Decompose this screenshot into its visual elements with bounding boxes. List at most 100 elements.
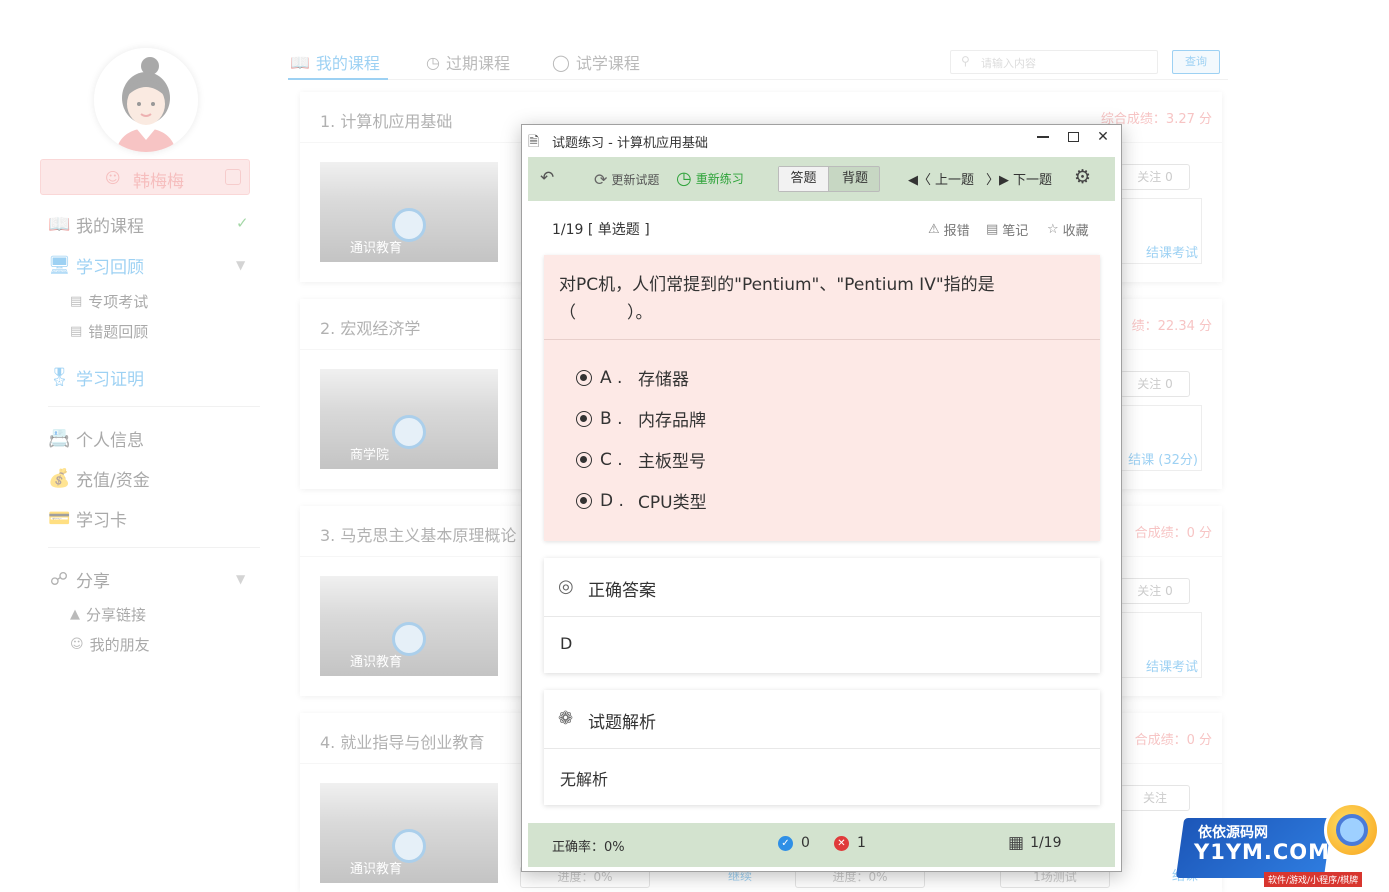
answer-title: 正确答案 — [588, 581, 656, 601]
sidebar-subitem-special-exam[interactable]: ▤ 专项考试 — [70, 291, 148, 312]
chevron-down-icon[interactable]: ▼ — [236, 572, 245, 586]
user-icon: ☺ — [105, 169, 121, 187]
favorite-label: 收藏 — [1062, 224, 1089, 239]
option-c[interactable]: C . 主板型号 — [576, 447, 706, 472]
close-button[interactable]: ✕ — [1087, 125, 1119, 151]
chevron-down-icon[interactable]: ▼ — [236, 258, 245, 272]
follow-button[interactable]: 关注 0 — [1120, 164, 1190, 190]
sidebar-subitem-share-link[interactable]: ▲ 分享链接 — [70, 604, 146, 625]
option-text: 主板型号 — [638, 452, 706, 472]
watermark-line3: 软件/游戏/小程序/棋牌 — [1264, 872, 1363, 887]
report-error-button[interactable]: ⚠ 报错 — [928, 220, 970, 239]
tab-my-courses[interactable]: 📖 我的课程 — [290, 50, 380, 74]
analysis-title: 试题解析 — [588, 713, 656, 733]
course-thumbnail[interactable]: 通识教育 — [320, 783, 498, 883]
radio-icon[interactable] — [576, 369, 592, 386]
mode-memorize-button[interactable]: 背题 — [830, 167, 880, 191]
exam-link[interactable]: 结课 (32分) — [1128, 449, 1198, 468]
sidebar-subitem-label: 我的朋友 — [89, 636, 150, 654]
course-title[interactable]: 4. 就业指导与创业教育 — [320, 729, 484, 753]
document-icon: ▤ — [70, 324, 83, 339]
settings-gear-icon[interactable]: ⚙ — [1074, 166, 1091, 188]
sidebar-subitem-label: 专项考试 — [88, 293, 149, 311]
sidebar-item-label: 学习回顾 — [76, 258, 144, 278]
sidebar-item-my-courses[interactable]: 📖 我的课程 — [48, 212, 144, 237]
page-value: 1/19 — [1030, 835, 1062, 851]
tab-trial-courses[interactable]: ◯ 试学课程 — [552, 50, 640, 74]
sidebar-item-study-card[interactable]: 💳 学习卡 — [48, 506, 127, 531]
sidebar-item-label: 学习证明 — [76, 370, 144, 390]
maximize-button[interactable] — [1057, 125, 1089, 151]
course-title[interactable]: 1. 计算机应用基础 — [320, 108, 452, 132]
search-icon: ⚲ — [961, 54, 970, 68]
option-a[interactable]: A . 存储器 — [576, 365, 689, 390]
radio-icon[interactable] — [576, 410, 592, 427]
history-icon: ◷ — [676, 168, 692, 189]
book-icon: 📖 — [48, 214, 71, 235]
shield-icon: ◯ — [552, 52, 570, 72]
sidebar-item-recharge[interactable]: 💰 充值/资金 — [48, 466, 150, 491]
previous-label: 上一题 — [935, 173, 975, 188]
tab-label: 过期课程 — [445, 54, 510, 73]
sidebar-item-review[interactable]: 🖥 学习回顾 — [48, 253, 144, 278]
exam-link[interactable]: 结课考试 — [1146, 656, 1198, 675]
correct-value: 0 — [801, 835, 810, 851]
search-input[interactable]: ⚲ 请输入内容 — [950, 50, 1158, 74]
minimize-button[interactable] — [1027, 125, 1059, 151]
watermark-line2: Y1YM.COM — [1194, 840, 1331, 864]
search-button[interactable]: 查询 — [1172, 50, 1220, 74]
analysis-panel: ❁ 试题解析 无解析 — [544, 690, 1100, 805]
correct-count: ✓ 0 — [778, 835, 810, 851]
course-tabs: 📖 我的课程 ◷ 过期课程 ◯ 试学课程 ⚲ 请输入内容 查询 — [288, 44, 1228, 80]
previous-icon: ◀〈 — [908, 173, 931, 188]
sidebar-subitem-wrong-review[interactable]: ▤ 错题回顾 — [70, 321, 148, 342]
money-bag-icon: 💰 — [48, 468, 71, 489]
mode-answer-button[interactable]: 答题 — [779, 167, 829, 191]
back-icon[interactable]: ↶ — [540, 168, 554, 188]
course-thumbnail[interactable]: 商学院 — [320, 369, 498, 469]
note-button[interactable]: ▤ 笔记 — [986, 220, 1028, 239]
divider — [48, 406, 260, 407]
course-thumbnail[interactable]: 通识教育 — [320, 162, 498, 262]
avatar[interactable] — [94, 48, 198, 152]
dialog-titlebar[interactable]: 🗎 试题练习 - 计算机应用基础 ✕ — [522, 125, 1121, 155]
restart-practice-button[interactable]: ◷ 重新练习 — [676, 168, 744, 189]
panel-header: ❁ 试题解析 — [544, 690, 1100, 749]
next-question-button[interactable]: 〉▶ 下一题 — [986, 169, 1052, 188]
question-progress[interactable]: ▦ 1/19 — [1008, 833, 1062, 853]
logout-icon[interactable] — [225, 169, 241, 185]
favorite-button[interactable]: ☆ 收藏 — [1047, 220, 1089, 239]
option-d[interactable]: D . CPU类型 — [576, 488, 707, 513]
answer-panel: ◎ 正确答案 D — [544, 558, 1100, 673]
dialog-statusbar: 正确率：0% ✓ 0 ✕ 1 ▦ 1/19 — [528, 823, 1115, 867]
course-thumbnail[interactable]: 通识教育 — [320, 576, 498, 676]
follow-button[interactable]: 关注 0 — [1120, 578, 1190, 604]
option-letter: D . — [600, 490, 624, 511]
restart-label: 重新练习 — [695, 172, 744, 186]
analysis-value: 无解析 — [560, 770, 609, 789]
tab-expired-courses[interactable]: ◷ 过期课程 — [426, 50, 510, 74]
radio-icon[interactable] — [576, 451, 592, 468]
radio-icon[interactable] — [576, 492, 592, 509]
follow-button[interactable]: 关注 0 — [1120, 371, 1190, 397]
course-title[interactable]: 3. 马克思主义基本原理概论 — [320, 522, 516, 546]
share-icon: ☍ — [49, 569, 69, 590]
search-placeholder: 请输入内容 — [981, 57, 1036, 70]
exam-link[interactable]: 结课考试 — [1146, 242, 1198, 261]
sidebar-item-label: 充值/资金 — [76, 471, 150, 491]
answer-sheet-icon: ▦ — [1008, 833, 1025, 853]
option-b[interactable]: B . 内存品牌 — [576, 406, 706, 431]
sidebar-item-share[interactable]: ☍ 分享 — [48, 567, 110, 592]
report-label: 报错 — [943, 224, 970, 239]
refresh-questions-button[interactable]: ⟳ 更新试题 — [594, 170, 659, 189]
x-circle-icon: ✕ — [834, 835, 849, 851]
username-box[interactable]: ☺ 韩梅梅 — [40, 159, 250, 195]
previous-question-button[interactable]: ◀〈 上一题 — [908, 169, 974, 188]
sidebar-item-certificate[interactable]: 🎖 学习证明 — [48, 365, 144, 390]
dialog-title: 试题练习 - 计算机应用基础 — [552, 136, 708, 151]
course-title[interactable]: 2. 宏观经济学 — [320, 315, 420, 339]
sidebar-subitem-friends[interactable]: ☺ 我的朋友 — [70, 634, 150, 655]
sidebar-subitem-label: 错题回顾 — [88, 323, 149, 341]
magnifier-icon — [1336, 814, 1368, 846]
sidebar-item-profile[interactable]: 📇 个人信息 — [48, 426, 144, 451]
